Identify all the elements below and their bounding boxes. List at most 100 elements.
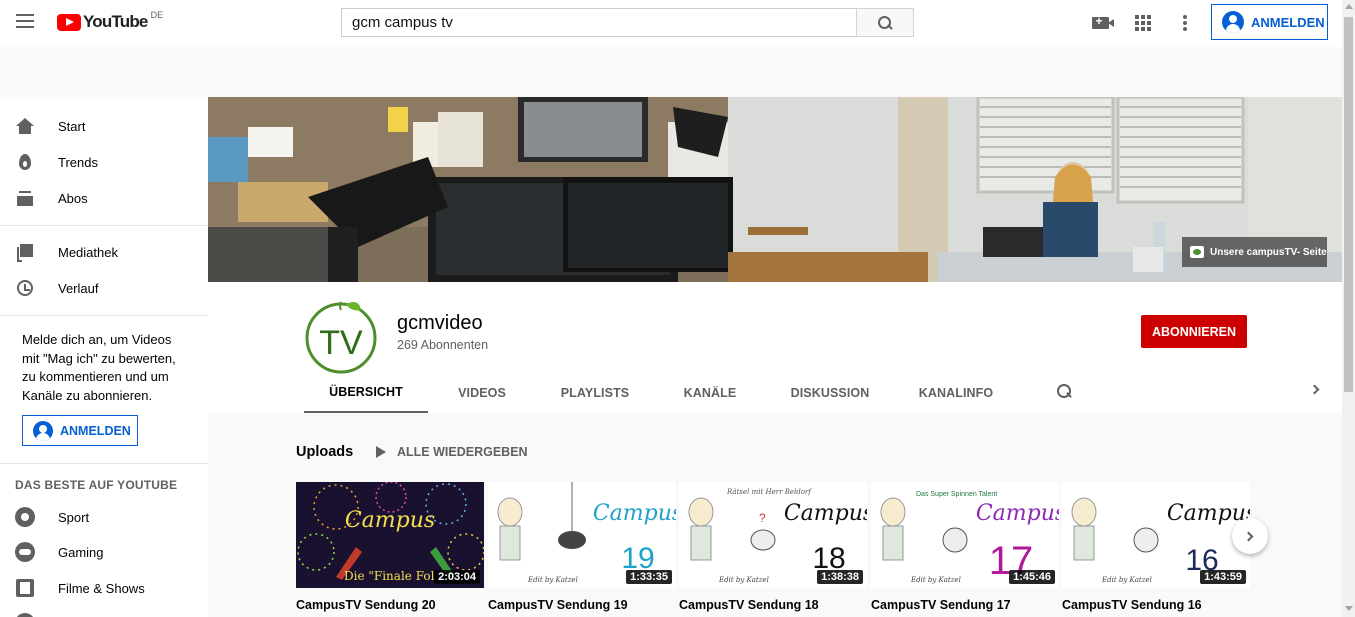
account-icon — [33, 420, 53, 441]
video-thumbnail[interactable]: Campus 19 Edit by Katzel 1:33:35 — [488, 482, 676, 588]
home-icon — [16, 118, 34, 134]
sidebar-item-label: Sport — [58, 509, 90, 525]
video-title[interactable]: CampusTV Sendung 16 — [1062, 598, 1250, 612]
signin-label: ANMELDEN — [1251, 14, 1325, 30]
news-icon — [15, 613, 35, 617]
logo-text: YouTube — [83, 12, 148, 31]
more-vert-icon — [1183, 15, 1187, 31]
svg-text:Edit by Katzel: Edit by Katzel — [910, 576, 961, 584]
sidebar-item-label: Abos — [58, 190, 88, 206]
settings-button[interactable] — [1173, 11, 1197, 35]
channel-search-button[interactable] — [1057, 384, 1075, 402]
video-card[interactable]: Campus 16 Edit by Katzel 1:43:59 CampusT… — [1062, 482, 1250, 612]
svg-text:Campus: Campus — [976, 501, 1059, 526]
scroll-down-arrow-icon[interactable] — [1345, 606, 1353, 611]
sidebar-item-abos[interactable]: Abos — [0, 180, 208, 216]
sport-icon — [15, 507, 35, 527]
sidebar-item-label: Gaming — [58, 544, 104, 560]
video-card[interactable]: Rätsel mit Herr Beldorf ? Campus 18 Edit… — [679, 482, 867, 612]
svg-text:Campus: Campus — [784, 501, 867, 526]
svg-text:?: ? — [759, 511, 766, 525]
signin-prompt-text: Melde dich an, um Videos mit "Mag ich" z… — [22, 332, 176, 403]
sidebar-item-label: Verlauf — [58, 280, 99, 296]
apps-button[interactable] — [1131, 11, 1155, 35]
library-icon — [17, 244, 33, 262]
video-card[interactable]: Campus Die "Finale Fol 2:03:04 CampusTV … — [296, 482, 484, 612]
svg-text:Edit by Katzel: Edit by Katzel — [1101, 576, 1152, 584]
video-title[interactable]: CampusTV Sendung 17 — [871, 598, 1059, 612]
tab-uebersicht[interactable]: ÜBERSICHT — [304, 373, 428, 413]
sidebar-item-label: Trends — [58, 154, 98, 170]
play-all-button[interactable]: ALLE WIEDERGEBEN — [376, 445, 528, 459]
play-icon — [376, 446, 386, 458]
video-duration: 1:45:46 — [1009, 570, 1055, 584]
sidebar-signin-button[interactable]: ANMELDEN — [22, 415, 138, 446]
channel-banner — [208, 97, 1342, 282]
film-icon — [16, 579, 34, 597]
video-card[interactable]: Campus 19 Edit by Katzel 1:33:35 CampusT… — [488, 482, 676, 612]
sidebar-item-sport[interactable]: Sport — [0, 499, 208, 535]
video-duration: 2:03:04 — [434, 570, 480, 584]
video-thumbnail[interactable]: Das Super Spinnen Talent Campus 17 Edit … — [871, 482, 1059, 588]
sidebar-item-trends[interactable]: Trends — [0, 144, 208, 180]
sidebar-item-gaming[interactable]: Gaming — [0, 534, 208, 570]
shelf-next-button[interactable] — [1232, 518, 1268, 554]
banner-channel-link[interactable]: Unsere campusTV- Seite — [1182, 237, 1327, 267]
page-scrollbar[interactable] — [1342, 0, 1355, 617]
scroll-up-arrow-icon[interactable] — [1345, 4, 1353, 9]
apps-grid-icon — [1135, 15, 1151, 31]
uploads-shelf-title[interactable]: Uploads — [296, 444, 353, 460]
region-code: DE — [150, 10, 164, 20]
video-thumbnail[interactable]: Rätsel mit Herr Beldorf ? Campus 18 Edit… — [679, 482, 867, 588]
channel-avatar[interactable]: TV — [301, 296, 381, 376]
sidebar-item-mediathek[interactable]: Mediathek — [0, 234, 208, 270]
subscribe-button[interactable]: ABONNIEREN — [1141, 315, 1247, 348]
top-bar: YouTube DE gcm campus tv ANMELDEN — [0, 0, 1342, 47]
video-thumbnail[interactable]: Campus 16 Edit by Katzel 1:43:59 — [1062, 482, 1250, 588]
video-title[interactable]: CampusTV Sendung 20 — [296, 598, 484, 612]
sidebar-item-start[interactable]: Start — [0, 108, 208, 144]
sidebar-item-label: Mediathek — [58, 244, 118, 260]
channel-name: gcmvideo — [397, 312, 483, 334]
tab-kanaele[interactable]: KANÄLE — [654, 373, 766, 413]
best-of-youtube-header: DAS BESTE AUF YOUTUBE — [15, 478, 178, 492]
avatar-text: TV — [319, 324, 363, 362]
tab-playlists[interactable]: PLAYLISTS — [536, 373, 654, 413]
signin-button[interactable]: ANMELDEN — [1211, 4, 1328, 40]
svg-text:Campus: Campus — [593, 501, 676, 526]
search-input[interactable]: gcm campus tv — [341, 8, 857, 37]
banner-classroom-photo — [208, 97, 1342, 282]
tab-kanalinfo[interactable]: KANALINFO — [894, 373, 1018, 413]
search-icon — [878, 15, 892, 30]
sidebar-item-label: Filme & Shows — [58, 580, 145, 596]
sidebar-item-verlauf[interactable]: Verlauf — [0, 270, 208, 306]
tab-diskussion[interactable]: DISKUSSION — [766, 373, 894, 413]
video-camera-icon — [1091, 14, 1114, 29]
channel-avatar-logo: TV — [305, 301, 377, 374]
youtube-play-icon — [57, 13, 81, 31]
menu-icon[interactable] — [16, 14, 34, 28]
search-icon — [1057, 384, 1071, 398]
gaming-icon — [15, 542, 35, 562]
svg-text:Edit by Katzel: Edit by Katzel — [718, 576, 769, 584]
video-thumbnail[interactable]: Campus Die "Finale Fol 2:03:04 — [296, 482, 484, 588]
sidebar-item-filme-shows[interactable]: Filme & Shows — [0, 570, 208, 606]
video-card[interactable]: Das Super Spinnen Talent Campus 17 Edit … — [871, 482, 1059, 612]
youtube-logo[interactable]: YouTube DE — [57, 10, 164, 32]
scrollbar-thumb[interactable] — [1344, 17, 1353, 392]
svg-text:Edit by Katzel: Edit by Katzel — [527, 576, 578, 584]
video-title[interactable]: CampusTV Sendung 18 — [679, 598, 867, 612]
sidebar-item-more[interactable] — [0, 605, 208, 617]
account-icon — [1222, 11, 1244, 33]
sidebar-divider — [0, 315, 208, 316]
sidebar-item-label: Start — [58, 118, 86, 134]
trending-icon — [19, 154, 31, 170]
tab-videos[interactable]: VIDEOS — [428, 373, 536, 413]
svg-text:Campus: Campus — [345, 508, 435, 533]
play-all-label: ALLE WIEDERGEBEN — [397, 445, 528, 459]
svg-text:Die "Finale Fol: Die "Finale Fol — [344, 569, 435, 583]
video-title[interactable]: CampusTV Sendung 19 — [488, 598, 676, 612]
tabs-next-button[interactable] — [1309, 384, 1321, 398]
search-button[interactable] — [856, 8, 914, 37]
create-video-button[interactable] — [1088, 11, 1114, 35]
